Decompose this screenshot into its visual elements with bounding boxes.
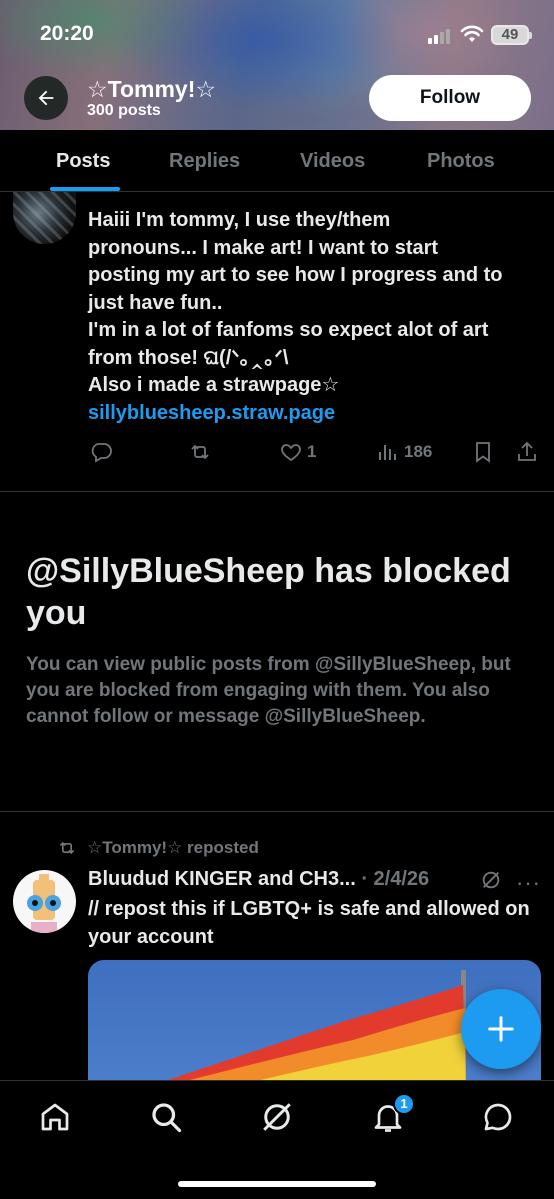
blocked-notice: @SillyBlueSheep has blocked you You can …: [0, 492, 554, 812]
like-button[interactable]: 1: [279, 432, 316, 472]
avatar-illustration: [27, 874, 61, 933]
tab-videos[interactable]: Videos: [300, 150, 365, 173]
more-options-icon[interactable]: ···: [516, 870, 541, 896]
post-count: 300 posts: [87, 102, 161, 119]
home-indicator: [178, 1181, 376, 1187]
grok-icon[interactable]: [259, 1099, 295, 1135]
plus-icon: [488, 1016, 514, 1042]
post-date: · 2/4/26: [361, 868, 430, 890]
arrow-left-icon: [38, 90, 54, 106]
bookmark-button[interactable]: [471, 432, 495, 472]
strawpage-link[interactable]: sillybluesheep.straw.page: [88, 400, 538, 428]
status-bar: 20:20 49: [0, 0, 554, 70]
tab-replies[interactable]: Replies: [169, 150, 240, 173]
view-count: 186: [404, 442, 433, 461]
blocked-description: You can view public posts from @SillyBlu…: [26, 654, 511, 727]
repost-icon: [191, 444, 209, 460]
repost-label: ☆Tommy!☆ reposted: [87, 838, 259, 857]
repost-icon: [59, 841, 75, 855]
pinned-post[interactable]: Haiii I'm tommy, I use they/them pronoun…: [0, 192, 554, 492]
share-icon: [518, 441, 536, 461]
tab-photos[interactable]: Photos: [427, 150, 495, 173]
avatar[interactable]: [13, 870, 76, 933]
reply-icon: [91, 443, 112, 463]
post-text: Haiii I'm tommy, I use they/them pronoun…: [88, 207, 538, 427]
home-icon[interactable]: [37, 1099, 73, 1135]
status-time: 20:20: [40, 22, 94, 45]
like-count: 1: [307, 442, 317, 461]
share-button[interactable]: [515, 432, 539, 472]
battery-icon: 49: [491, 25, 532, 45]
repost-indicator: ☆Tommy!☆ reposted: [57, 838, 259, 858]
heart-icon: [281, 444, 301, 462]
bookmark-icon: [476, 442, 490, 463]
profile-tabs: Posts Replies Videos Photos: [0, 130, 554, 192]
blocked-title: @SillyBlueSheep has blocked you: [26, 552, 511, 632]
grok-icon[interactable]: [480, 869, 502, 891]
wifi-icon: [460, 25, 484, 42]
search-icon[interactable]: [148, 1099, 184, 1135]
views-button[interactable]: 186: [376, 432, 432, 472]
profile-name: ☆Tommy!☆: [87, 76, 216, 102]
post-actions: 1 186: [0, 432, 554, 472]
cellular-signal-icon: [428, 28, 454, 44]
post-header: Bluudud KINGER and CH3... · 2/4/26: [88, 868, 429, 891]
repost-button[interactable]: [188, 432, 212, 472]
reply-button[interactable]: [89, 432, 113, 472]
compose-button[interactable]: [461, 989, 541, 1069]
back-button[interactable]: [24, 76, 68, 120]
analytics-icon: [379, 445, 396, 460]
notification-badge: 1: [393, 1093, 415, 1115]
messages-icon[interactable]: [480, 1099, 516, 1135]
author-name[interactable]: Bluudud KINGER and CH3...: [88, 868, 356, 890]
active-tab-indicator: [50, 187, 120, 191]
post-text: // repost this if LGBTQ+ is safe and all…: [88, 898, 530, 948]
avatar[interactable]: [13, 192, 76, 244]
tab-posts[interactable]: Posts: [56, 150, 110, 173]
follow-button[interactable]: Follow: [369, 75, 531, 121]
